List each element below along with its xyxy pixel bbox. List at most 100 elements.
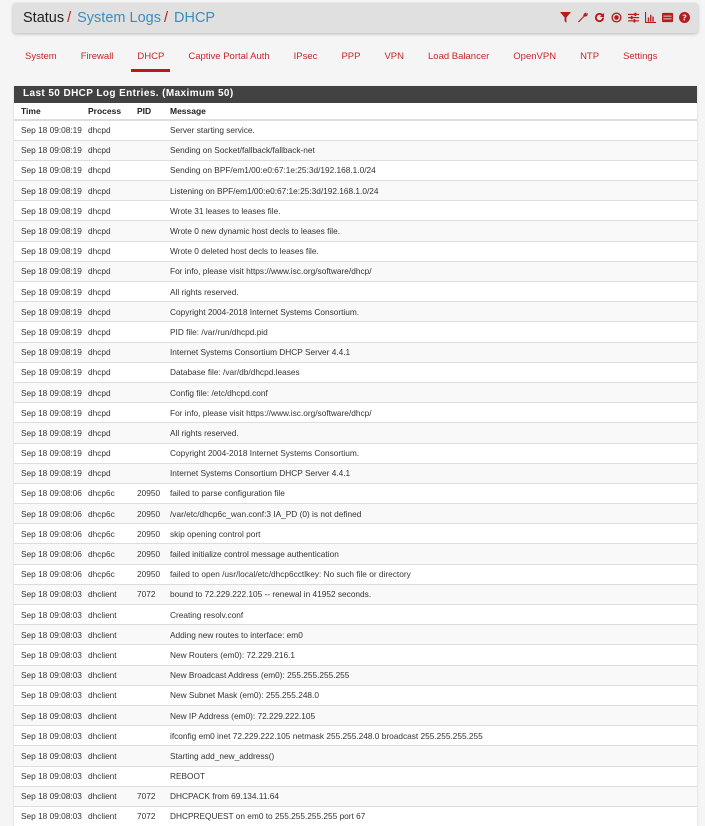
log-message: ifconfig em0 inet 72.229.222.105 netmask… — [166, 725, 697, 747]
log-message: Wrote 31 leases to leases file. — [166, 200, 697, 222]
wrench-icon[interactable] — [577, 11, 588, 23]
log-process: dhcpd — [85, 402, 134, 424]
help-icon[interactable]: ? — [679, 11, 690, 23]
table-row: Sep 18 09:08:06 dhcp6c 20950 failed to pars… — [14, 483, 697, 505]
log-pid — [134, 241, 166, 262]
column-header-message: Message — [166, 103, 697, 121]
log-process: dhcpd — [85, 120, 134, 141]
log-message: New Broadcast Address (em0): 255.255.255… — [166, 665, 697, 686]
log-message: All rights reserved. — [166, 422, 697, 444]
tab-ipsec[interactable]: IPsec — [282, 46, 330, 72]
table-row: Sep 18 09:08:06 dhcp6c 20950 failed initial… — [14, 543, 697, 565]
table-row: Sep 18 09:08:06 dhcp6c 20950/var/etc/dhcp6… — [14, 503, 697, 525]
tab-firewall[interactable]: Firewall — [69, 46, 126, 72]
log-pid — [134, 220, 166, 242]
log-pid — [134, 281, 166, 303]
stop-circle-icon[interactable] — [611, 11, 622, 23]
breadcrumb-system-logs[interactable]: System Logs — [77, 10, 161, 26]
log-pid — [134, 725, 166, 747]
log-message: Sending on Socket/fallback/fallback-net — [166, 140, 697, 161]
table-row: Sep 18 09:08:03 dhclient New Subnet Mask (… — [14, 685, 697, 706]
list-icon[interactable] — [662, 11, 673, 23]
log-message: New Subnet Mask (em0): 255.255.248.0 — [166, 685, 697, 706]
log-message: Copyright 2004-2018 Internet Systems Con… — [166, 301, 697, 323]
log-pid — [134, 443, 166, 464]
log-time: Sep 18 09:08:19 — [14, 160, 85, 182]
log-time: Sep 18 09:08:03 — [14, 665, 85, 686]
log-process: dhclient — [85, 705, 134, 727]
table-header-row: Time Process PID Message — [14, 103, 697, 121]
table-row: Sep 18 09:08:06 dhcp6c 20950 skip opening c… — [14, 523, 697, 545]
log-time: Sep 18 09:08:19 — [14, 321, 85, 343]
log-time: Sep 18 09:08:03 — [14, 806, 85, 826]
bar-chart-icon[interactable] — [645, 11, 656, 23]
breadcrumb-dhcp[interactable]: DHCP — [174, 10, 215, 26]
log-process: dhcpd — [85, 180, 134, 202]
log-message: Creating resolv.conf — [166, 604, 697, 626]
log-pid: 7072 — [134, 786, 166, 807]
log-pid — [134, 745, 166, 767]
log-process: dhcpd — [85, 281, 134, 303]
log-time: Sep 18 09:08:03 — [14, 786, 85, 807]
log-message: Config file: /etc/dhcpd.conf — [166, 382, 697, 404]
log-process: dhcpd — [85, 261, 134, 283]
log-pid: 20950 — [134, 483, 166, 505]
table-row: Sep 18 09:08:03 dhclient New Broadcast Add… — [14, 665, 697, 686]
table-row: Sep 18 09:08:19 dhcpd All rights reserved. — [14, 281, 697, 303]
log-time: Sep 18 09:08:19 — [14, 281, 85, 303]
tab-settings[interactable]: Settings — [611, 46, 669, 72]
tab-captive-portal-auth[interactable]: Captive Portal Auth — [176, 46, 281, 72]
log-process: dhclient — [85, 644, 134, 666]
log-pid — [134, 342, 166, 363]
log-process: dhcpd — [85, 463, 134, 484]
log-time: Sep 18 09:08:19 — [14, 180, 85, 202]
log-time: Sep 18 09:08:19 — [14, 382, 85, 404]
log-time: Sep 18 09:08:03 — [14, 745, 85, 767]
table-row: Sep 18 09:08:19 dhcpd Database file: /var/… — [14, 362, 697, 383]
log-pid — [134, 624, 166, 646]
tab-dhcp[interactable]: DHCP — [125, 46, 176, 72]
log-message: Internet Systems Consortium DHCP Server … — [166, 342, 697, 363]
log-pid: 20950 — [134, 543, 166, 565]
log-message: Wrote 0 new dynamic host decls to leases… — [166, 220, 697, 242]
log-time: Sep 18 09:08:19 — [14, 301, 85, 323]
refresh-icon[interactable] — [594, 11, 605, 23]
log-process: dhcpd — [85, 200, 134, 222]
tab-ntp[interactable]: NTP — [568, 46, 611, 72]
log-time: Sep 18 09:08:19 — [14, 463, 85, 484]
log-time: Sep 18 09:08:03 — [14, 685, 85, 706]
log-time: Sep 18 09:08:06 — [14, 483, 85, 505]
tab-vpn[interactable]: VPN — [372, 46, 416, 72]
tab-openvpn[interactable]: OpenVPN — [501, 46, 568, 72]
log-pid — [134, 644, 166, 666]
log-message: Server starting service. — [166, 120, 697, 141]
log-process: dhcp6c — [85, 503, 134, 525]
breadcrumb-separator: / — [163, 10, 168, 26]
log-time: Sep 18 09:08:06 — [14, 523, 85, 545]
log-process: dhcpd — [85, 140, 134, 161]
tab-ppp[interactable]: PPP — [329, 46, 372, 72]
table-row: Sep 18 09:08:19 dhcpd Copyright 2004-2018 … — [14, 443, 697, 464]
log-message: New IP Address (em0): 72.229.222.105 — [166, 705, 697, 727]
log-pid — [134, 140, 166, 161]
log-message: PID file: /var/run/dhcpd.pid — [166, 321, 697, 343]
breadcrumb-status: Status — [23, 10, 65, 26]
tab-load-balancer[interactable]: Load Balancer — [416, 46, 501, 72]
table-row: Sep 18 09:08:19 dhcpd Server starting serv… — [14, 120, 697, 141]
log-message: failed initialize control message authen… — [166, 543, 697, 565]
table-row: Sep 18 09:08:06 dhcp6c 20950 failed to open… — [14, 564, 697, 585]
log-process: dhclient — [85, 584, 134, 606]
log-process: dhclient — [85, 685, 134, 706]
log-pid — [134, 160, 166, 182]
log-pid — [134, 120, 166, 141]
table-row: Sep 18 09:08:03 dhclient Creating resolv.c… — [14, 604, 697, 626]
filter-icon[interactable] — [560, 11, 571, 23]
log-process: dhcpd — [85, 382, 134, 404]
log-pid — [134, 604, 166, 626]
log-message: Starting add_new_address() — [166, 745, 697, 767]
tab-system[interactable]: System — [13, 46, 69, 72]
svg-text:?: ? — [682, 12, 687, 22]
log-pid — [134, 705, 166, 727]
log-process: dhclient — [85, 604, 134, 626]
sliders-icon[interactable] — [628, 11, 639, 23]
